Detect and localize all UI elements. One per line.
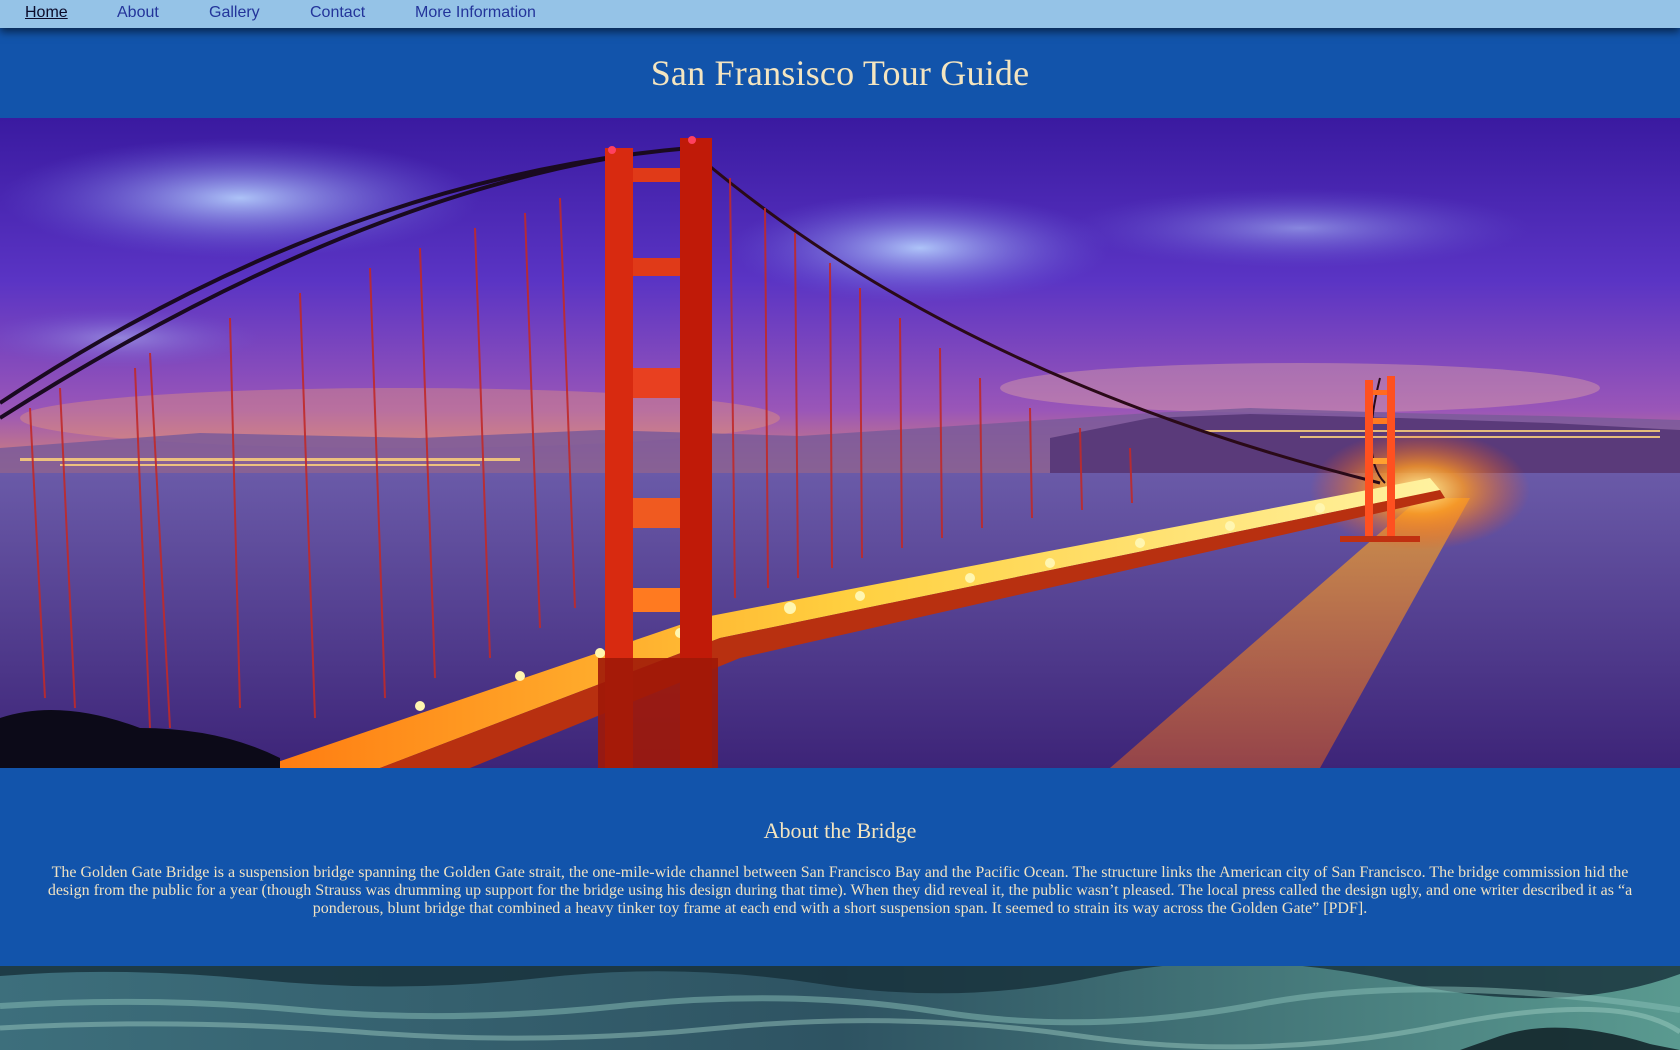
about-heading: About the Bridge (763, 818, 917, 843)
nav-link-home[interactable]: Home (25, 4, 68, 22)
nav-link-about[interactable]: About (117, 4, 159, 22)
ocean-illustration (0, 966, 1680, 1050)
top-nav: Home About Gallery Contact More Informat… (0, 0, 1680, 28)
about-body: The Golden Gate Bridge is a suspension b… (47, 864, 1633, 917)
page-title: San Fransisco Tour Guide (650, 53, 1030, 93)
ocean-image (0, 966, 1680, 1050)
hero-image (0, 118, 1680, 768)
about-section: About the Bridge The Golden Gate Bridge … (0, 768, 1680, 966)
nav-link-gallery[interactable]: Gallery (209, 4, 260, 22)
nav-link-more-information[interactable]: More Information (415, 4, 536, 22)
page-header: San Fransisco Tour Guide (0, 28, 1680, 118)
golden-gate-bridge-illustration (0, 118, 1680, 768)
nav-link-contact[interactable]: Contact (310, 4, 365, 22)
